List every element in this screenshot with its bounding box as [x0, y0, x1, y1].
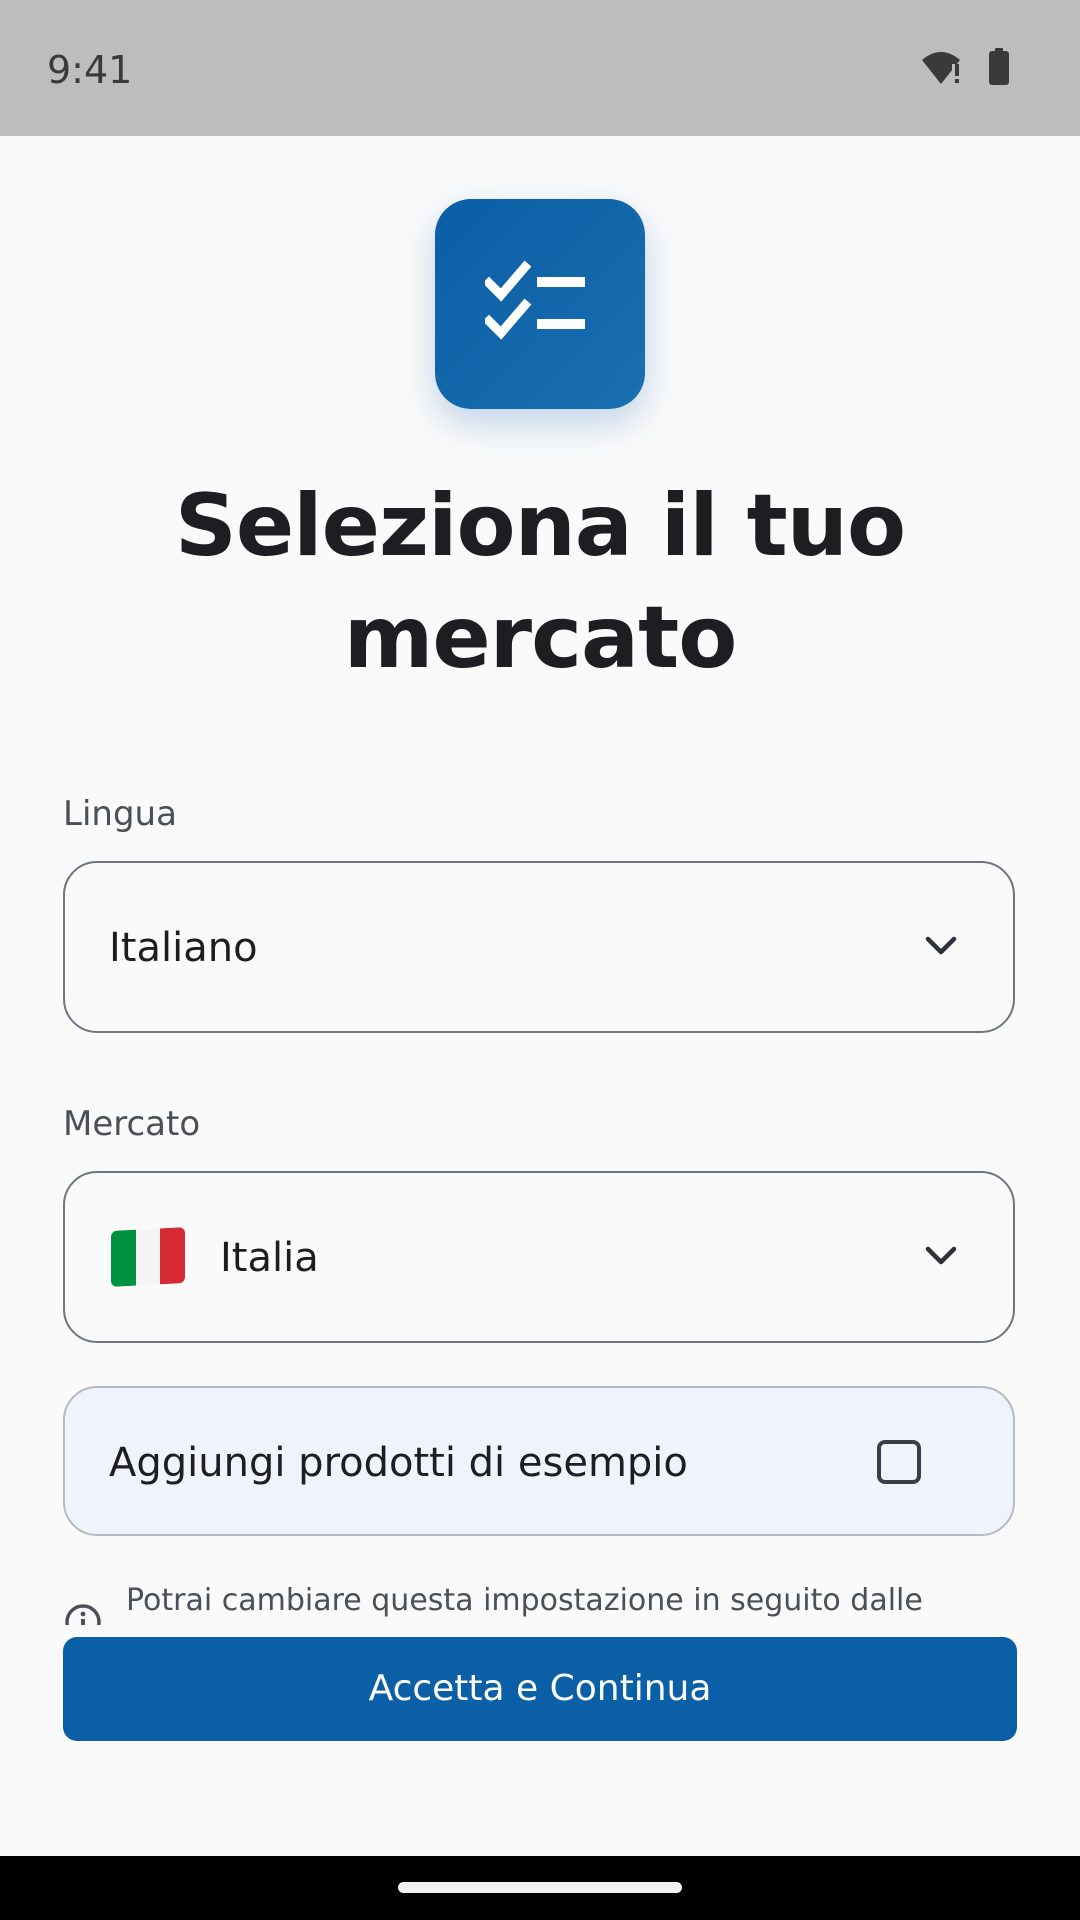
- info-icon: [65, 1604, 101, 1625]
- app-logo: [435, 199, 645, 409]
- info-note: Potrai cambiare questa impostazione in s…: [0, 1560, 1080, 1625]
- status-bar: 9:41: [0, 0, 1080, 136]
- wifi-icon: [922, 52, 960, 84]
- sample-products-label: Aggiungi prodotti di esempio: [109, 1440, 688, 1486]
- sample-products-checkbox[interactable]: [877, 1440, 921, 1484]
- navigation-bar: [0, 1856, 1080, 1920]
- market-select-value: Italia: [220, 1235, 319, 1281]
- page-title-line-2: mercato: [343, 588, 738, 688]
- chevron-down-icon: [925, 936, 957, 955]
- checklist-icon: [485, 260, 585, 340]
- italy-flag-icon: [111, 1227, 185, 1287]
- page-title: Seleziona il tuo mercato: [100, 470, 980, 694]
- status-time: 9:41: [47, 48, 133, 92]
- language-label: Lingua: [63, 794, 177, 834]
- info-note-text: Potrai cambiare questa impostazione in s…: [126, 1583, 923, 1618]
- page-title-line-1: Seleziona il tuo: [174, 476, 906, 576]
- accept-continue-button[interactable]: Accetta e Continua: [63, 1637, 1017, 1741]
- chevron-down-icon: [925, 1246, 957, 1265]
- sample-products-option[interactable]: Aggiungi prodotti di esempio: [63, 1386, 1015, 1536]
- battery-icon: [989, 48, 1009, 85]
- market-select[interactable]: Italia: [63, 1171, 1015, 1343]
- market-selection-screen: 9:41 Seleziona il tuo mercato Lingua Ita…: [0, 0, 1080, 1920]
- home-indicator[interactable]: [398, 1882, 682, 1893]
- market-label: Mercato: [63, 1104, 201, 1144]
- language-select-value: Italiano: [109, 925, 258, 971]
- status-icons: [920, 48, 1010, 88]
- language-select[interactable]: Italiano: [63, 861, 1015, 1033]
